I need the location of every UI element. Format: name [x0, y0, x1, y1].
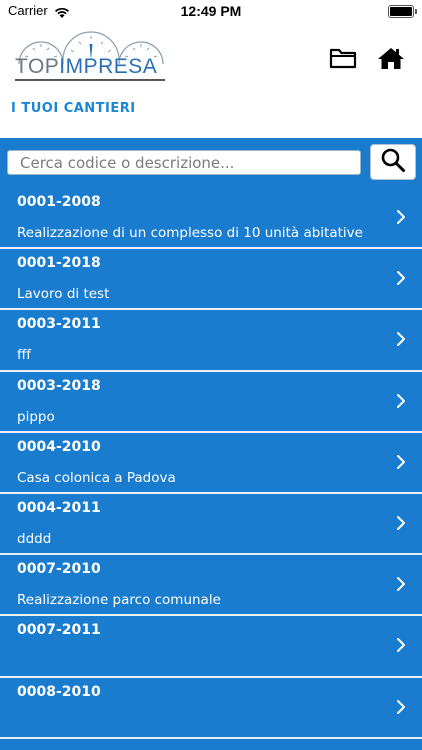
item-description: Casa colonica a Padova — [17, 469, 176, 486]
list-item[interactable]: 0004-2011 dddd — [0, 494, 422, 556]
chevron-right-icon — [396, 576, 406, 596]
item-code: 0003-2011 — [17, 316, 101, 333]
list-item[interactable]: 0001-2008 Realizzazione di un complesso … — [0, 188, 422, 250]
home-button[interactable] — [374, 44, 408, 76]
chevron-right-icon — [396, 393, 406, 413]
cantieri-panel: 0001-2008 Realizzazione di un complesso … — [0, 138, 422, 750]
folder-icon — [329, 47, 357, 73]
home-icon — [377, 46, 405, 74]
chevron-right-icon — [396, 331, 406, 351]
cantieri-list: 0001-2008 Realizzazione di un complesso … — [0, 188, 422, 739]
status-bar: Carrier 12:49 PM — [0, 0, 422, 22]
item-code: 0008-2010 — [17, 683, 101, 700]
chevron-right-icon — [396, 209, 406, 229]
chevron-right-icon — [396, 515, 406, 535]
list-item[interactable]: 0007-2011 — [0, 616, 422, 678]
app-header: TOPIMPRESA I TUOI CANTIERI — [0, 22, 422, 138]
item-code: 0001-2018 — [17, 255, 101, 272]
item-code: 0007-2010 — [17, 561, 101, 578]
item-code: 0003-2018 — [17, 377, 101, 394]
list-item[interactable]: 0003-2018 pippo — [0, 372, 422, 433]
clock: 12:49 PM — [180, 3, 242, 19]
list-item[interactable]: 0008-2010 — [0, 678, 422, 739]
search-button[interactable] — [370, 144, 416, 180]
logo-top-text: TOP — [15, 55, 60, 78]
item-code: 0004-2010 — [17, 438, 101, 455]
logo-wordmark: TOPIMPRESA — [15, 55, 157, 79]
search-icon — [380, 147, 406, 177]
chevron-right-icon — [396, 454, 406, 474]
logo-underline — [15, 79, 165, 81]
item-code: 0001-2008 — [17, 194, 101, 210]
item-code: 0004-2011 — [17, 499, 101, 516]
item-description: dddd — [17, 530, 52, 547]
chevron-right-icon — [396, 270, 406, 290]
folder-button[interactable] — [326, 44, 360, 76]
item-description: Realizzazione di un complesso di 10 unit… — [17, 225, 363, 241]
chevron-right-icon — [396, 637, 406, 657]
list-item[interactable]: 0004-2010 Casa colonica a Padova — [0, 433, 422, 494]
list-item[interactable]: 0001-2018 Lavoro di test — [0, 249, 422, 311]
search-bar — [0, 138, 422, 188]
chevron-right-icon — [396, 699, 406, 719]
list-item[interactable]: 0007-2010 Realizzazione parco comunale — [0, 555, 422, 617]
search-input[interactable] — [7, 150, 361, 175]
list-item[interactable]: 0003-2011 fff — [0, 310, 422, 372]
page-title: I TUOI CANTIERI — [11, 101, 136, 116]
item-description: Realizzazione parco comunale — [17, 592, 221, 609]
item-code: 0007-2011 — [17, 622, 101, 639]
item-description: Lavoro di test — [17, 286, 110, 303]
item-description: fff — [17, 347, 32, 364]
item-description: pippo — [17, 408, 55, 425]
battery-icon — [388, 5, 417, 18]
logo-bottom-text: IMPRESA — [59, 55, 158, 78]
